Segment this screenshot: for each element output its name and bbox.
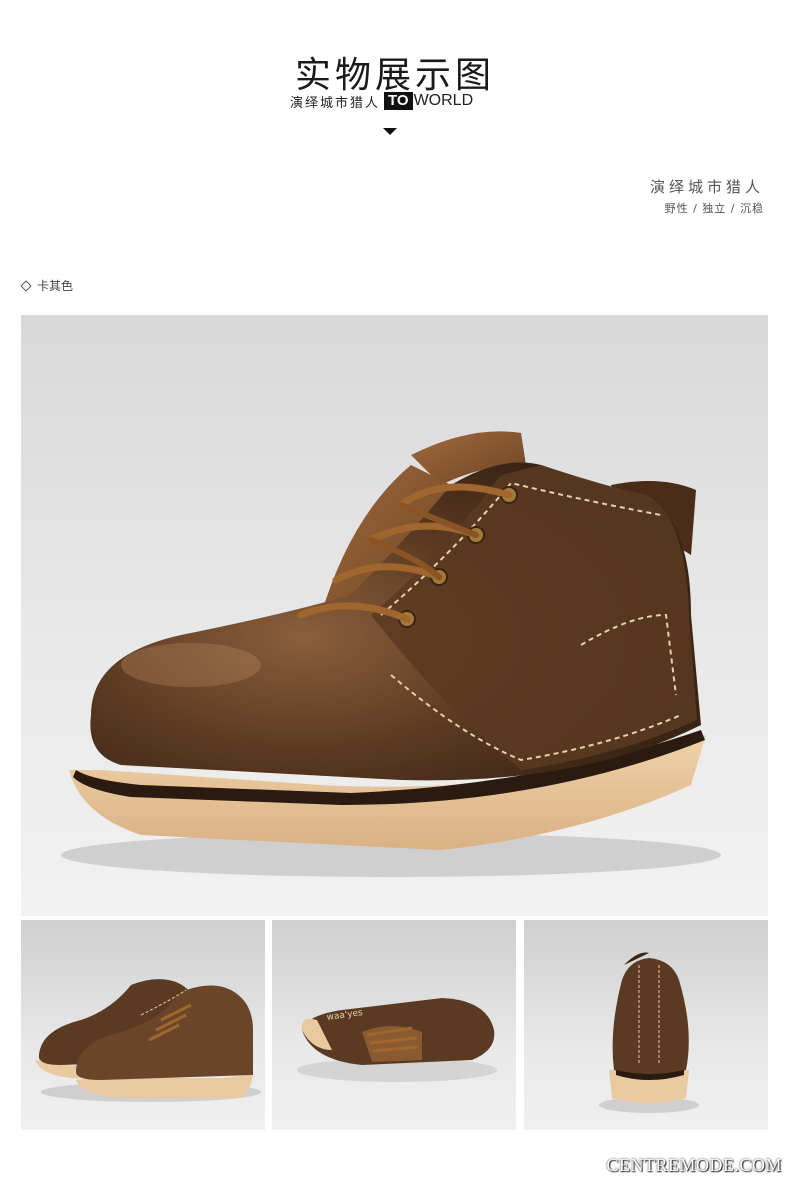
subtitle: 演绎城市猎人 TO WORLD <box>290 92 474 111</box>
thumb-back-view <box>524 920 768 1130</box>
down-arrow-icon <box>383 128 397 135</box>
main-product-photo <box>21 315 768 916</box>
watermark: CENTREMODE.COM <box>606 1155 782 1175</box>
boot-side-illustration: waa'yes <box>297 998 497 1082</box>
thumb-side-view: waa'yes <box>272 920 516 1130</box>
side-tags: 野性 / 独立 / 沉稳 <box>664 202 764 215</box>
color-label: 卡其色 <box>20 277 74 294</box>
color-label-text: 卡其色 <box>37 279 74 293</box>
subtitle-world: WORLD <box>413 92 474 109</box>
subtitle-to: TO <box>384 92 413 110</box>
thumb-pair-front-view <box>21 920 265 1130</box>
subtitle-cn: 演绎城市猎人 <box>290 95 381 111</box>
boots-pair-illustration <box>35 979 261 1102</box>
boot-illustration <box>61 431 721 877</box>
page-title: 实物展示图 <box>294 55 495 96</box>
side-title: 演绎城市猎人 <box>649 178 764 196</box>
diamond-icon <box>20 279 32 292</box>
boot-back-illustration <box>599 952 699 1113</box>
